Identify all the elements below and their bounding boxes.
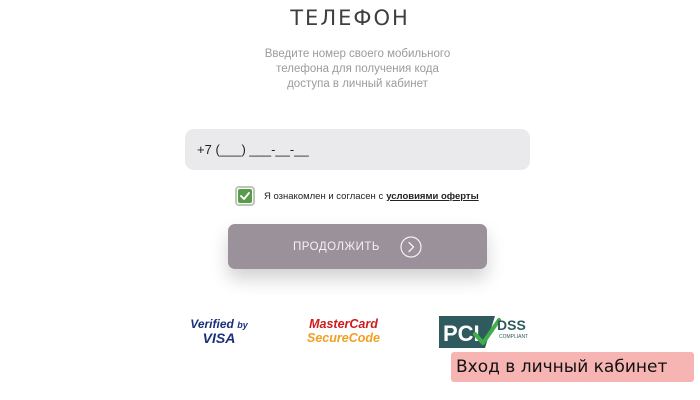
- dss-compliant-text: COMPLIANT: [499, 334, 528, 340]
- mastercard-line2: SecureCode: [307, 330, 380, 345]
- visa-by-text: by: [237, 320, 248, 330]
- offer-terms-link[interactable]: условиями оферты: [386, 191, 479, 202]
- tooltip-label: Вход в личный кабинет: [451, 352, 694, 382]
- checkmark-icon: [240, 192, 250, 200]
- instructions-line: доступа в личный кабинет: [287, 78, 428, 90]
- visa-verified-text: Verified: [190, 317, 234, 331]
- visa-logo-line2: VISA: [202, 330, 236, 346]
- dss-text: DSS: [497, 317, 526, 333]
- checkbox-fill: [238, 189, 252, 203]
- phone-mask: (___) ___-__-__: [211, 142, 309, 157]
- visa-logo-line1: Verified by: [184, 318, 254, 330]
- instructions-line: Введите номер своего мобильного: [264, 48, 451, 60]
- mastercard-line1: MasterCard: [309, 317, 378, 331]
- phone-prefix: +7: [197, 142, 212, 157]
- verified-by-visa-logo: Verified by VISA: [184, 318, 254, 345]
- pci-dss-logo: PCI DSS COMPLIANT: [437, 312, 537, 354]
- continue-button[interactable]: ПРОДОЛЖИТЬ: [228, 224, 487, 269]
- chevron-right-circle-icon: [400, 235, 422, 258]
- continue-label: ПРОДОЛЖИТЬ: [293, 240, 380, 253]
- phone-input[interactable]: +7 (___) ___-__-__: [185, 129, 530, 170]
- instructions-text: Введите номер своего мобильного телефона…: [240, 47, 475, 92]
- agreement-text: Я ознакомлен и согласен с: [264, 190, 384, 202]
- instructions-line: телефона для получения кода: [276, 63, 439, 75]
- page-title: ТЕЛЕФОН: [290, 6, 410, 30]
- agreement-checkbox[interactable]: [235, 186, 255, 206]
- agreement-row: Я ознакомлен и согласен с условиями офер…: [235, 186, 479, 206]
- mastercard-securecode-logo: MasterCard SecureCode: [306, 318, 381, 344]
